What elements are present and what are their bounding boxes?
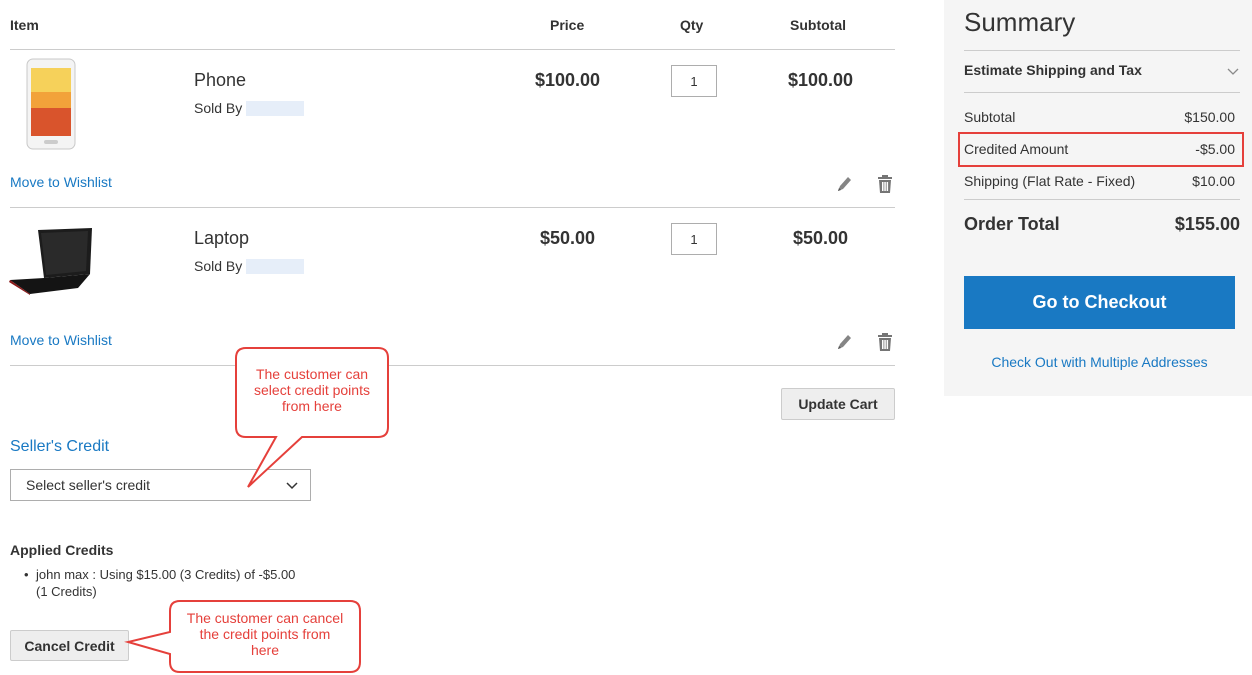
applied-credit-text: john max : Using $15.00 (3 Credits) of -… <box>36 567 296 599</box>
move-to-wishlist-link[interactable]: Move to Wishlist <box>10 174 112 190</box>
summary-row-subtotal: Subtotal $150.00 <box>964 109 1235 125</box>
divider <box>10 365 895 366</box>
item-price: $50.00 <box>540 228 596 248</box>
pencil-icon[interactable] <box>835 332 853 352</box>
move-to-wishlist-link[interactable]: Move to Wishlist <box>10 332 112 348</box>
summary-row-shipping: Shipping (Flat Rate - Fixed) $10.00 <box>964 173 1235 189</box>
select-callout-text: The customer can select credit points fr… <box>254 366 370 414</box>
bullet: • <box>24 567 29 582</box>
trash-icon[interactable] <box>876 332 894 352</box>
sellers-credit-select[interactable]: Select seller's credit <box>10 469 311 501</box>
laptop-product-image[interactable] <box>8 226 94 296</box>
select-value: Select seller's credit <box>26 477 151 493</box>
seller-name-redacted <box>246 258 305 274</box>
item-subtotal: $100.00 <box>788 70 854 90</box>
phone-product-image[interactable] <box>26 58 76 150</box>
order-total-row: Order Total $155.00 <box>964 214 1240 235</box>
subtotal-label: Subtotal <box>964 109 1016 125</box>
divider <box>964 50 1240 51</box>
credited-amount-label: Credited Amount <box>964 141 1069 157</box>
cancel-callout-text: The customer can cancel the credit point… <box>186 610 344 658</box>
sold-by-label: Sold By <box>194 100 243 116</box>
sold-by-label: Sold By <box>194 258 243 274</box>
qty-input[interactable] <box>671 223 717 255</box>
seller-name-redacted <box>246 100 305 116</box>
qty-input[interactable] <box>671 65 717 97</box>
item-subtotal: $50.00 <box>793 228 849 248</box>
divider <box>964 199 1240 200</box>
subtotal-value: $150.00 <box>1184 109 1235 125</box>
divider <box>10 49 895 50</box>
chevron-down-icon <box>286 482 298 490</box>
go-to-checkout-button[interactable]: Go to Checkout <box>964 276 1235 329</box>
update-cart-button[interactable]: Update Cart <box>781 388 895 420</box>
column-header-item: Item <box>10 17 39 33</box>
estimate-shipping-label: Estimate Shipping and Tax <box>964 62 1142 78</box>
sellers-credit-title: Seller's Credit <box>10 438 110 455</box>
trash-icon[interactable] <box>876 174 894 194</box>
order-summary: Summary Estimate Shipping and Tax Subtot… <box>944 0 1252 396</box>
pencil-icon[interactable] <box>835 174 853 194</box>
sold-by: Sold By <box>194 258 305 274</box>
shipping-label: Shipping (Flat Rate - Fixed) <box>964 173 1136 189</box>
column-header-price: Price <box>550 17 585 33</box>
order-total-value: $155.00 <box>1174 214 1240 234</box>
sold-by: Sold By <box>194 100 305 116</box>
applied-credit-item: • john max : Using $15.00 (3 Credits) of… <box>24 566 306 600</box>
divider <box>10 207 895 208</box>
divider <box>964 92 1240 93</box>
column-header-qty: Qty <box>680 17 704 33</box>
summary-title: Summary <box>964 7 1076 37</box>
multiple-addresses-link[interactable]: Check Out with Multiple Addresses <box>964 354 1235 370</box>
order-total-label: Order Total <box>964 214 1060 234</box>
shipping-value: $10.00 <box>1192 173 1235 189</box>
credited-amount-value: -$5.00 <box>1195 141 1235 157</box>
chevron-down-icon <box>1227 68 1239 75</box>
applied-credits-title: Applied Credits <box>10 542 114 558</box>
column-header-subtotal: Subtotal <box>790 17 846 33</box>
cancel-credit-button[interactable]: Cancel Credit <box>10 630 129 661</box>
item-price: $100.00 <box>535 70 601 90</box>
product-name[interactable]: Phone <box>194 70 246 91</box>
estimate-shipping-toggle[interactable]: Estimate Shipping and Tax <box>964 62 1239 78</box>
summary-row-credited: Credited Amount -$5.00 <box>964 141 1235 157</box>
product-name[interactable]: Laptop <box>194 228 249 249</box>
